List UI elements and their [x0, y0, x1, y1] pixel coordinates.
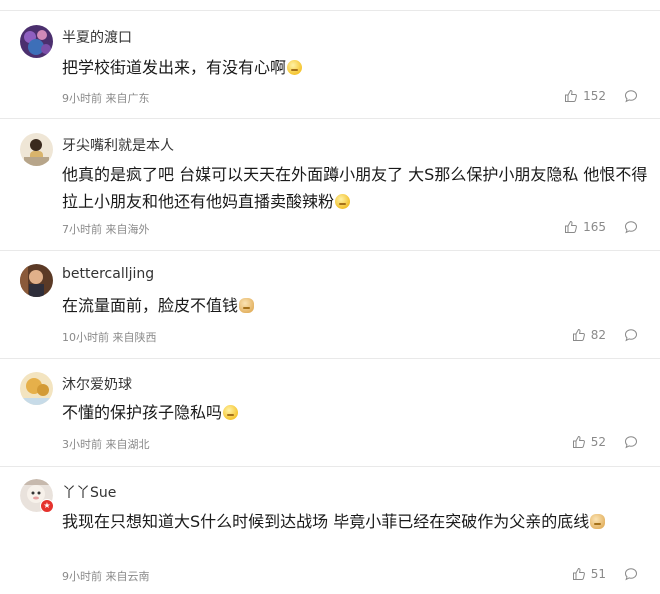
sleepy-face-emoji-icon	[223, 405, 239, 420]
comment-item: 沐尔爱奶球 不懂的保护孩子隐私吗 3小时前 来自湖北 52	[0, 359, 660, 467]
thumbs-up-icon[interactable]	[572, 328, 586, 342]
doge-emoji-icon	[590, 514, 606, 529]
comment-item: bettercalljing 在流量面前，脸皮不值钱 10小时前 来自陕西 82	[0, 251, 660, 359]
reply-icon[interactable]	[624, 328, 638, 342]
doge-emoji-icon	[239, 298, 255, 313]
comment-actions: 51	[572, 567, 638, 581]
comment-username[interactable]: 牙尖嘴利就是本人	[62, 135, 174, 155]
avatar[interactable]	[20, 25, 53, 58]
comment-username[interactable]: bettercalljing	[62, 266, 154, 282]
avatar-image	[20, 25, 53, 58]
comment-item: 半夏的渡口 把学校街道发出来，有没有心啊 9小时前 来自广东 152	[0, 11, 660, 119]
comment-username[interactable]: 半夏的渡口	[62, 27, 132, 47]
comment-actions: 52	[572, 435, 638, 449]
comment-text-body: 他真的是疯了吧 台媒可以天天在外面蹲小朋友了 大S那么保护小朋友隐私 他恨不得拉…	[62, 165, 648, 211]
comment-username[interactable]: 沐尔爱奶球	[62, 374, 132, 394]
comment-meta: 9小时前 来自云南	[62, 570, 150, 583]
comment-meta: 3小时前 来自湖北	[62, 438, 150, 451]
comment-username[interactable]: 丫丫Sue	[62, 482, 116, 502]
reply-icon[interactable]	[624, 220, 638, 234]
avatar[interactable]	[20, 264, 53, 297]
comment-text: 他真的是疯了吧 台媒可以天天在外面蹲小朋友了 大S那么保护小朋友隐私 他恨不得拉…	[62, 161, 652, 215]
thumbs-up-icon[interactable]	[564, 89, 578, 103]
comment-feed: 半夏的渡口 把学校街道发出来，有没有心啊 9小时前 来自广东 152 牙尖嘴利就…	[0, 0, 660, 594]
comment-actions: 82	[572, 328, 638, 342]
comment-text-body: 把学校街道发出来，有没有心啊	[62, 58, 287, 77]
like-count: 82	[590, 328, 606, 342]
comment-item: 牙尖嘴利就是本人 他真的是疯了吧 台媒可以天天在外面蹲小朋友了 大S那么保护小朋…	[0, 119, 660, 251]
verified-badge-icon: ★	[40, 499, 54, 513]
smile-face-emoji-icon	[335, 194, 351, 209]
reply-icon[interactable]	[624, 567, 638, 581]
comment-text-body: 不懂的保护孩子隐私吗	[62, 403, 223, 422]
comment-actions: 152	[564, 89, 638, 103]
comment-text-body: 在流量面前，脸皮不值钱	[62, 296, 239, 315]
comment-text-body: 我现在只想知道大S什么时候到达战场 毕竟小菲已经在突破作为父亲的底线	[62, 512, 590, 531]
comment-meta: 10小时前 来自陕西	[62, 331, 157, 344]
comment-meta: 7小时前 来自海外	[62, 223, 150, 236]
comment-meta: 9小时前 来自广东	[62, 92, 150, 105]
comment-text: 我现在只想知道大S什么时候到达战场 毕竟小菲已经在突破作为父亲的底线	[62, 508, 652, 535]
avatar-image	[20, 372, 53, 405]
like-count: 52	[590, 435, 606, 449]
reply-icon[interactable]	[624, 89, 638, 103]
avatar-image	[20, 264, 53, 297]
sleepy-face-emoji-icon	[287, 60, 303, 75]
comment-text: 把学校街道发出来，有没有心啊	[62, 54, 652, 81]
comment-text: 在流量面前，脸皮不值钱	[62, 292, 652, 319]
comment-item: ★ 丫丫Sue 我现在只想知道大S什么时候到达战场 毕竟小菲已经在突破作为父亲的…	[0, 467, 660, 594]
avatar[interactable]	[20, 372, 53, 405]
reply-icon[interactable]	[624, 435, 638, 449]
like-count: 51	[590, 567, 606, 581]
avatar[interactable]: ★	[20, 479, 54, 513]
avatar-image	[20, 133, 53, 166]
like-count: 152	[583, 89, 606, 103]
thumbs-up-icon[interactable]	[572, 567, 586, 581]
avatar[interactable]	[20, 133, 53, 166]
comment-actions: 165	[564, 220, 638, 234]
thumbs-up-icon[interactable]	[572, 435, 586, 449]
thumbs-up-icon[interactable]	[564, 220, 578, 234]
comment-text: 不懂的保护孩子隐私吗	[62, 399, 652, 426]
like-count: 165	[583, 220, 606, 234]
